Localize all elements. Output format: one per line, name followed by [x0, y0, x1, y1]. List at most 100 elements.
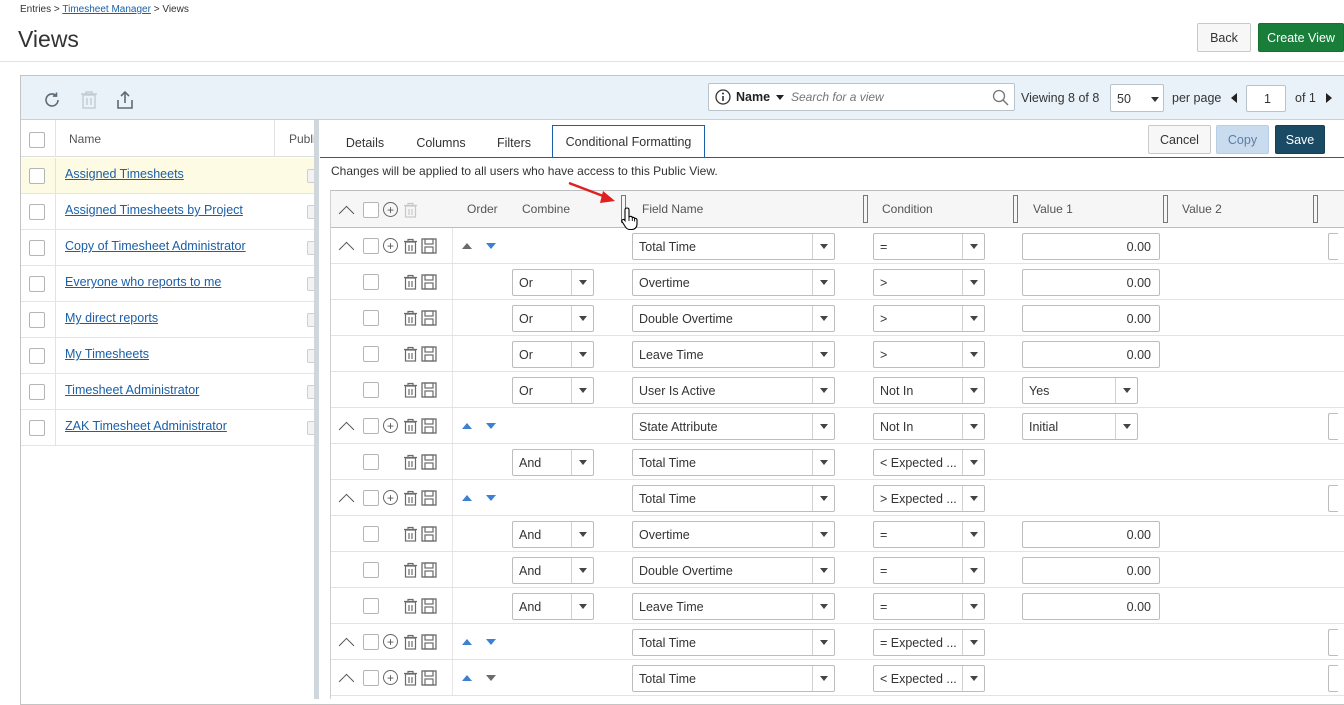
- create-view-button[interactable]: Create View: [1258, 23, 1344, 52]
- row-checkbox[interactable]: [29, 348, 45, 364]
- column-resize-handle[interactable]: [1313, 195, 1318, 223]
- condition-select[interactable]: >: [873, 305, 985, 332]
- tab-filters[interactable]: Filters: [486, 128, 542, 158]
- add-circle-icon[interactable]: +: [383, 202, 398, 217]
- row-checkbox[interactable]: [29, 312, 45, 328]
- field-name-select[interactable]: Leave Time: [632, 593, 835, 620]
- format-swatch-button[interactable]: [1328, 485, 1338, 512]
- format-swatch-button[interactable]: [1328, 233, 1338, 260]
- search-field-selector[interactable]: Name: [736, 90, 770, 104]
- copy-button[interactable]: Copy: [1216, 125, 1269, 154]
- condition-select[interactable]: Not In: [873, 377, 985, 404]
- row-checkbox[interactable]: [29, 204, 45, 220]
- order-down-icon[interactable]: [486, 495, 496, 501]
- combine-select[interactable]: And: [512, 593, 594, 620]
- column-header-public[interactable]: Publi: [289, 132, 314, 146]
- trash-icon[interactable]: [402, 489, 418, 506]
- save-icon[interactable]: [421, 525, 437, 542]
- combine-select[interactable]: Or: [512, 305, 594, 332]
- field-name-select[interactable]: State Attribute: [632, 413, 835, 440]
- row-checkbox[interactable]: [363, 274, 379, 290]
- list-item[interactable]: Copy of Timesheet Administrator: [21, 230, 315, 266]
- search-input[interactable]: [789, 87, 985, 107]
- value-1-input[interactable]: 0.00: [1022, 521, 1160, 548]
- row-checkbox[interactable]: [363, 238, 379, 254]
- view-link[interactable]: Everyone who reports to me: [65, 275, 221, 289]
- format-swatch-button[interactable]: [1328, 665, 1338, 692]
- view-link[interactable]: My Timesheets: [65, 347, 149, 361]
- select-all-checkbox[interactable]: [29, 132, 45, 148]
- trash-icon[interactable]: [402, 453, 418, 470]
- view-link[interactable]: Assigned Timesheets: [65, 167, 184, 181]
- row-checkbox[interactable]: [29, 168, 45, 184]
- info-icon[interactable]: [715, 89, 731, 105]
- field-name-select[interactable]: Total Time: [632, 485, 835, 512]
- row-checkbox[interactable]: [363, 346, 379, 362]
- field-name-select[interactable]: User Is Active: [632, 377, 835, 404]
- add-circle-icon[interactable]: +: [383, 490, 398, 505]
- add-circle-icon[interactable]: +: [383, 670, 398, 685]
- combine-select[interactable]: And: [512, 557, 594, 584]
- view-link[interactable]: Assigned Timesheets by Project: [65, 203, 243, 217]
- order-up-icon[interactable]: [462, 495, 472, 501]
- condition-select[interactable]: >: [873, 341, 985, 368]
- row-checkbox[interactable]: [363, 670, 379, 686]
- value-1-input[interactable]: 0.00: [1022, 593, 1160, 620]
- value-1-input[interactable]: 0.00: [1022, 269, 1160, 296]
- view-link[interactable]: My direct reports: [65, 311, 158, 325]
- page-number-input[interactable]: 1: [1246, 85, 1286, 112]
- row-checkbox[interactable]: [29, 420, 45, 436]
- list-item[interactable]: My direct reports: [21, 302, 315, 338]
- combine-select[interactable]: And: [512, 521, 594, 548]
- collapse-group-icon[interactable]: [338, 673, 355, 690]
- order-down-icon[interactable]: [486, 675, 496, 681]
- trash-icon[interactable]: [402, 525, 418, 542]
- refresh-icon[interactable]: [40, 88, 64, 112]
- add-circle-icon[interactable]: +: [383, 634, 398, 649]
- order-up-icon[interactable]: [462, 243, 472, 249]
- row-checkbox[interactable]: [29, 240, 45, 256]
- order-down-icon[interactable]: [486, 639, 496, 645]
- collapse-group-icon[interactable]: [338, 421, 355, 438]
- trash-icon[interactable]: [77, 88, 101, 112]
- value-1-input[interactable]: 0.00: [1022, 305, 1160, 332]
- list-item[interactable]: ZAK Timesheet Administrator: [21, 410, 315, 446]
- export-icon[interactable]: [113, 88, 137, 112]
- combine-select[interactable]: Or: [512, 269, 594, 296]
- order-up-icon[interactable]: [462, 423, 472, 429]
- order-up-icon[interactable]: [462, 639, 472, 645]
- save-icon[interactable]: [421, 417, 437, 434]
- collapse-all-icon[interactable]: [338, 205, 355, 222]
- panel-splitter[interactable]: [314, 120, 319, 699]
- add-circle-icon[interactable]: +: [383, 238, 398, 253]
- column-resize-handle[interactable]: [1163, 195, 1168, 223]
- collapse-group-icon[interactable]: [338, 241, 355, 258]
- collapse-group-icon[interactable]: [338, 637, 355, 654]
- list-item[interactable]: My Timesheets: [21, 338, 315, 374]
- tab-conditional-formatting[interactable]: Conditional Formatting: [552, 125, 705, 158]
- field-name-select[interactable]: Total Time: [632, 629, 835, 656]
- condition-select[interactable]: =: [873, 593, 985, 620]
- list-item[interactable]: Everyone who reports to me: [21, 266, 315, 302]
- value-1-input[interactable]: 0.00: [1022, 557, 1160, 584]
- field-name-select[interactable]: Total Time: [632, 233, 835, 260]
- trash-icon[interactable]: [402, 417, 418, 434]
- field-name-select[interactable]: Double Overtime: [632, 557, 835, 584]
- cancel-button[interactable]: Cancel: [1148, 125, 1211, 154]
- row-checkbox[interactable]: [29, 276, 45, 292]
- row-checkbox[interactable]: [363, 490, 379, 506]
- row-checkbox[interactable]: [363, 526, 379, 542]
- save-icon[interactable]: [421, 309, 437, 326]
- row-checkbox[interactable]: [363, 454, 379, 470]
- condition-select[interactable]: =: [873, 521, 985, 548]
- trash-icon[interactable]: [402, 345, 418, 362]
- list-item[interactable]: Assigned Timesheets by Project: [21, 194, 315, 230]
- save-icon[interactable]: [421, 381, 437, 398]
- view-link[interactable]: Timesheet Administrator: [65, 383, 199, 397]
- back-button[interactable]: Back: [1197, 23, 1251, 52]
- caret-right-icon[interactable]: [1326, 93, 1332, 103]
- search-icon[interactable]: [992, 89, 1009, 106]
- condition-select[interactable]: =: [873, 233, 985, 260]
- field-name-select[interactable]: Overtime: [632, 269, 835, 296]
- combine-select[interactable]: Or: [512, 341, 594, 368]
